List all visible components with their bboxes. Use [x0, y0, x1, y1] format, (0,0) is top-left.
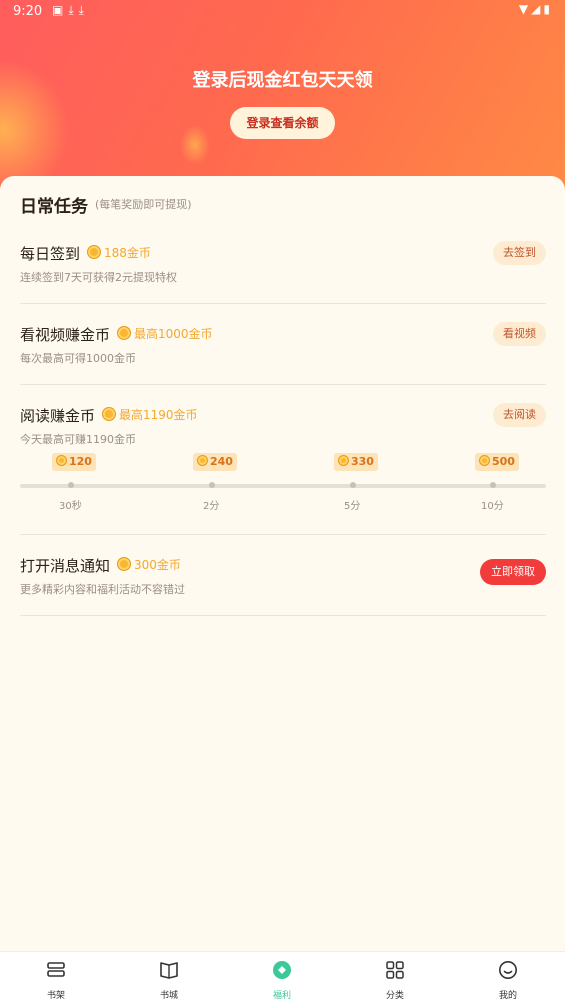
coin-icon [56, 455, 67, 466]
task-reward: 300金币 [117, 556, 181, 574]
reward-text: 最高1190金币 [119, 408, 198, 422]
milestone-coins: 120 [69, 455, 92, 468]
tab-category[interactable]: 分类 [365, 952, 425, 1005]
reward-text: 188金币 [104, 246, 151, 260]
tab-label: 书架 [46, 991, 65, 1001]
bottom-tab-bar: 书架 书城 福利 分类 我的 [0, 951, 565, 1005]
notification-icons: ▣⤓⤓ [52, 3, 89, 18]
daily-tasks-card: 日常任务 (每笔奖励即可提现) 每日签到 188金币 连续签到7天可获得2元提现… [0, 176, 565, 952]
bookshelf-icon [47, 962, 65, 977]
milestone-coin-chip: 500 [475, 453, 519, 471]
divider [20, 534, 546, 535]
reward-text: 300金币 [134, 558, 181, 572]
divider [20, 615, 546, 616]
app-notification-icon: ▣ [52, 3, 69, 17]
grid-icon [386, 961, 404, 979]
tab-bookstore[interactable]: 书城 [139, 952, 199, 1005]
coin-icon [197, 455, 208, 466]
task-name: 打开消息通知 [20, 557, 111, 575]
milestone-dot [68, 482, 74, 488]
hero-title: 登录后现金红包天天领 [192, 70, 373, 91]
milestone-time: 30秒 [59, 501, 82, 512]
section-subtitle: (每笔奖励即可提现) [95, 198, 192, 211]
milestone-time: 10分 [481, 501, 504, 512]
tab-label: 我的 [498, 991, 517, 1001]
tab-label: 书城 [159, 991, 178, 1001]
task-name: 看视频赚金币 [20, 326, 111, 344]
task-desc: 每次最高可得1000金币 [20, 352, 136, 365]
milestone-time: 5分 [344, 501, 361, 512]
milestone-coins: 240 [210, 455, 233, 468]
status-time: 9:20 [13, 4, 43, 19]
decorative-glow [180, 125, 210, 165]
task-reward: 最高1190金币 [102, 406, 198, 424]
task-desc: 连续签到7天可获得2元提现特权 [20, 271, 177, 284]
coin-icon [338, 455, 349, 466]
milestone-dot [490, 482, 496, 488]
signal-icon: ◢ [531, 2, 544, 16]
coin-icon [117, 557, 131, 571]
battery-icon: ▮ [543, 2, 553, 16]
tab-bookshelf[interactable]: 书架 [26, 952, 86, 1005]
coin-icon [87, 245, 101, 259]
milestone-coins: 500 [492, 455, 515, 468]
milestone-coin-chip: 120 [52, 453, 96, 471]
login-view-balance-button[interactable]: 登录查看余额 [230, 107, 335, 139]
wifi-icon: ▼ [518, 2, 532, 16]
milestone-coin-chip: 330 [334, 453, 378, 471]
profile-icon [499, 961, 517, 979]
download-icon: ⤓ [78, 3, 89, 17]
book-icon [160, 962, 178, 979]
reading-progress-track [20, 484, 546, 488]
section-title: 日常任务 [20, 197, 88, 217]
status-bar: 9:20 ▣⤓⤓ ▼◢▮ [0, 0, 565, 24]
reward-text: 最高1000金币 [134, 327, 213, 341]
tab-label: 分类 [385, 991, 404, 1001]
hero-banner: 9:20 ▣⤓⤓ ▼◢▮ 登录后现金红包天天领 登录查看余额 [0, 0, 565, 200]
milestone-coins: 330 [351, 455, 374, 468]
download-icon: ⤓ [68, 3, 79, 17]
system-icons: ▼◢▮ [519, 2, 553, 16]
divider [20, 303, 546, 304]
checkin-button[interactable]: 去签到 [493, 241, 546, 265]
divider [20, 384, 546, 385]
coin-icon [102, 407, 116, 421]
task-reward: 188金币 [87, 244, 151, 262]
coin-icon [117, 326, 131, 340]
coin-icon [479, 455, 490, 466]
milestone-time: 2分 [203, 501, 220, 512]
task-name: 阅读赚金币 [20, 407, 96, 425]
milestone-dot [209, 482, 215, 488]
task-desc: 更多精彩内容和福利活动不容错过 [20, 583, 185, 596]
task-reward: 最高1000金币 [117, 325, 213, 343]
claim-now-button[interactable]: 立即领取 [480, 559, 546, 585]
task-desc: 今天最高可赚1190金币 [20, 433, 136, 446]
tab-profile[interactable]: 我的 [478, 952, 538, 1005]
tab-welfare[interactable]: 福利 [252, 952, 312, 1005]
welfare-icon [273, 961, 291, 979]
milestone-coin-chip: 240 [193, 453, 237, 471]
go-read-button[interactable]: 去阅读 [493, 403, 546, 427]
milestone-dot [350, 482, 356, 488]
watch-video-button[interactable]: 看视频 [493, 322, 546, 346]
task-name: 每日签到 [20, 245, 81, 263]
tab-label: 福利 [272, 991, 291, 1001]
